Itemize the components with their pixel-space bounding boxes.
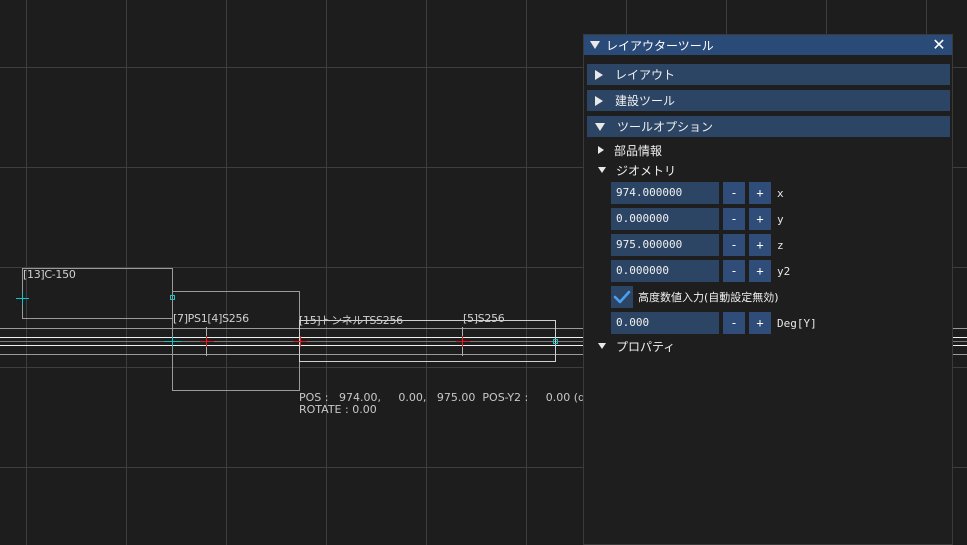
deg-axis-label: Deg[Y] (777, 316, 817, 330)
y2-decrement-button[interactable]: - (723, 260, 745, 282)
collapse-triangle-icon (598, 167, 606, 173)
tree-node-properties[interactable]: プロパティ (598, 338, 675, 354)
y2-axis-label: y2 (777, 264, 791, 278)
y-axis-label: y (777, 212, 784, 226)
section-tool-options-label: ツールオプション (617, 120, 714, 134)
section-layout[interactable]: レイアウト (587, 64, 950, 85)
tree-node-part-info-label: 部品情報 (614, 143, 663, 158)
tree-node-geometry-label: ジオメトリ (616, 163, 677, 178)
tree-node-properties-label: プロパティ (616, 339, 676, 354)
tree-node-part-info[interactable]: 部品情報 (598, 142, 662, 158)
part-boxes (22, 268, 556, 391)
x-increment-button[interactable]: + (749, 182, 771, 204)
y-increment-button[interactable]: + (749, 208, 771, 230)
collapse-triangle-icon (598, 343, 606, 349)
part-label-ps1: [7]PS1[4]S256 (173, 312, 249, 325)
checkmark-icon (613, 290, 631, 304)
section-build-tools-label: 建設ツール (615, 94, 676, 108)
field-row-z: 975.000000 - + z (611, 234, 784, 256)
height-checkbox[interactable] (611, 286, 633, 308)
part-label-c150: [13]C-150 (23, 268, 76, 281)
expand-triangle-icon (595, 69, 603, 80)
z-increment-button[interactable]: + (749, 234, 771, 256)
y2-increment-button[interactable]: + (749, 260, 771, 282)
expand-triangle-icon (595, 95, 603, 106)
field-row-x: 974.000000 - + x (611, 182, 784, 204)
close-icon[interactable]: ✕ (930, 36, 948, 54)
y2-input[interactable]: 0.000000 (611, 260, 719, 282)
x-decrement-button[interactable]: - (723, 182, 745, 204)
panel-title: レイアウターツール (606, 38, 714, 53)
field-row-y2: 0.000000 - + y2 (611, 260, 790, 282)
tree-node-geometry[interactable]: ジオメトリ (598, 162, 676, 178)
panel-titlebar[interactable]: レイアウターツール ✕ (584, 35, 952, 55)
y-decrement-button[interactable]: - (723, 208, 745, 230)
z-input[interactable]: 975.000000 (611, 234, 719, 256)
field-row-y: 0.000000 - + y (611, 208, 784, 230)
part-label-s256: [5]S256 (463, 312, 505, 325)
x-input[interactable]: 974.000000 (611, 182, 719, 204)
collapse-triangle-icon (595, 122, 605, 131)
z-decrement-button[interactable]: - (723, 234, 745, 256)
deg-input[interactable]: 0.000 (611, 312, 719, 334)
deg-increment-button[interactable]: + (749, 312, 771, 334)
field-row-deg: 0.000 - + Deg[Y] (611, 312, 817, 334)
part-label-tunnel: [15]トンネルTSS256 (299, 314, 403, 327)
deg-decrement-button[interactable]: - (723, 312, 745, 334)
layouter-tool-panel: レイアウターツール ✕ レイアウト 建設ツール ツールオプション 部品情報 ジオ… (583, 34, 953, 545)
section-build-tools[interactable]: 建設ツール (587, 90, 950, 111)
x-axis-label: x (777, 186, 784, 200)
cyan-crosshair-marker (16, 292, 29, 305)
collapse-triangle-icon[interactable] (590, 41, 600, 49)
height-checkbox-label: 高度数値入力(自動設定無効) (638, 291, 779, 304)
section-tool-options[interactable]: ツールオプション (587, 116, 950, 137)
height-checkbox-row: 高度数値入力(自動設定無効) (611, 286, 779, 308)
rotate-readout: ROTATE : 0.00 (299, 403, 377, 416)
z-axis-label: z (777, 238, 784, 252)
section-layout-label: レイアウト (615, 68, 676, 82)
y-input[interactable]: 0.000000 (611, 208, 719, 230)
expand-triangle-icon (598, 146, 604, 154)
